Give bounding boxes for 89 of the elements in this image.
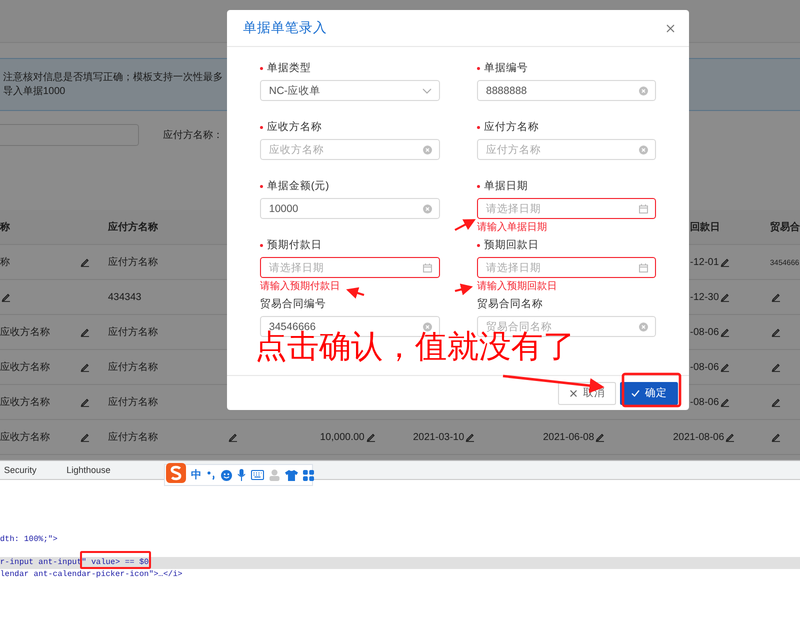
pencil-icon[interactable]: [725, 432, 736, 442]
field-label: 单据金额(元): [267, 179, 329, 193]
dialog-title: 单据单笔录入: [243, 19, 327, 37]
error-message: 请输入单据日期: [477, 220, 547, 234]
table-cell: -12-30: [690, 292, 719, 302]
input-field[interactable]: 应收方名称: [260, 139, 440, 160]
devtools-tab[interactable]: Lighthouse: [62, 465, 123, 475]
select-field[interactable]: NC-应收单: [260, 80, 440, 101]
input-field[interactable]: 应付方名称: [477, 139, 656, 160]
pencil-icon[interactable]: [720, 362, 730, 372]
field-label: 贸易合同编号: [260, 297, 326, 311]
table-cell-text: 应付方名称: [108, 256, 158, 269]
pencil-icon[interactable]: [771, 432, 781, 442]
microphone-icon[interactable]: [237, 469, 246, 481]
table-cell-text: 应付方名称: [108, 396, 158, 409]
column-header: 回款日: [690, 220, 720, 234]
field-label: 应收方名称: [267, 120, 322, 134]
code-line: lendar ant-calendar-picker-icon">…</i>: [0, 568, 184, 580]
date-field[interactable]: 请选择日期: [477, 257, 656, 278]
pencil-icon[interactable]: [80, 327, 90, 337]
table-cell: -08-06: [690, 396, 719, 408]
pencil-icon[interactable]: [771, 292, 781, 302]
keyboard-icon[interactable]: [251, 470, 264, 480]
pencil-icon[interactable]: [720, 292, 730, 302]
field-label: 单据类型: [267, 61, 311, 75]
input-mode-toggle[interactable]: 中: [191, 468, 202, 482]
pencil-icon[interactable]: [80, 257, 90, 267]
table-cell: 2021-03-10: [413, 432, 464, 442]
field-label: 预期付款日: [267, 238, 322, 252]
pencil-icon[interactable]: [720, 397, 730, 407]
annotation-arrow: [454, 219, 476, 231]
column-header: 贸易合: [770, 220, 800, 234]
pencil-icon[interactable]: [720, 257, 730, 267]
table-cell-text: 应付方名称: [108, 360, 158, 374]
close-icon[interactable]: [569, 388, 578, 398]
pencil-icon[interactable]: [465, 432, 476, 442]
table-cell-text: 应收方名称: [0, 396, 50, 409]
table-cell: 10,000.00: [320, 432, 364, 442]
pencil-icon[interactable]: [771, 327, 781, 337]
table-cell-text: 称: [0, 256, 10, 269]
check-icon[interactable]: [631, 388, 640, 398]
code-line: dth: 100%;">: [0, 534, 59, 546]
pencil-icon[interactable]: [80, 397, 90, 407]
error-message: 请输入预期付款日: [260, 280, 340, 293]
pencil-icon[interactable]: [228, 432, 238, 442]
pencil-icon[interactable]: [720, 327, 730, 337]
table-cell-text: 应收方名称: [0, 430, 50, 444]
pencil-icon[interactable]: [80, 362, 90, 372]
error-message: 请输入预期回款日: [477, 280, 557, 293]
table-cell-text: 应付方名称: [108, 326, 158, 339]
table-cell-text: 应收方名称: [0, 326, 50, 339]
table-cell: 2021-06-08: [543, 432, 594, 442]
field-label: 单据编号: [484, 61, 528, 75]
date-field[interactable]: 请选择日期: [477, 198, 656, 219]
date-field[interactable]: 请选择日期: [260, 257, 440, 278]
close-icon[interactable]: [666, 24, 675, 32]
table-cell: -08-06: [690, 362, 719, 372]
input-field[interactable]: 10000: [260, 198, 440, 219]
column-header: 应付方名称: [108, 220, 158, 234]
filter-label: 应付方名称：: [163, 128, 223, 142]
pencil-icon[interactable]: [366, 432, 376, 442]
emoji-icon[interactable]: [221, 470, 232, 480]
pencil-icon[interactable]: [771, 397, 781, 407]
field-label: 应付方名称: [484, 120, 539, 134]
table-cell: -12-01: [690, 256, 719, 268]
table-cell-text: 应付方名称: [108, 430, 158, 444]
annotation-arrow: [346, 287, 364, 299]
pencil-icon[interactable]: [771, 362, 781, 372]
table-cell: 2021-08-06: [673, 432, 724, 442]
apps-icon[interactable]: [303, 470, 314, 480]
field-label: 预期回款日: [484, 238, 539, 252]
table-cell: 434343: [108, 292, 142, 302]
pencil-icon[interactable]: [80, 432, 90, 442]
logo-icon[interactable]: [166, 463, 186, 483]
shirt-icon[interactable]: [285, 470, 298, 480]
punctuation-icon[interactable]: [207, 470, 216, 480]
confirm-button[interactable]: 确定: [620, 382, 678, 404]
field-label: 单据日期: [484, 179, 528, 193]
column-header: 称: [0, 220, 10, 234]
table-cell: -08-06: [690, 326, 719, 338]
input-field[interactable]: 8888888: [477, 80, 656, 101]
pencil-icon[interactable]: [1, 292, 11, 302]
table-cell-text: 应收方名称: [0, 360, 50, 374]
annotation-arrow: [454, 284, 473, 296]
pencil-icon[interactable]: [595, 432, 606, 442]
field-label: 贸易合同名称: [477, 297, 543, 311]
highlight-box: [622, 372, 682, 408]
notice-text: 注意核对信息是否填写正确；模板支持一次性最多导入单据1000: [3, 70, 224, 98]
devtools-tab[interactable]: Security: [0, 465, 49, 475]
